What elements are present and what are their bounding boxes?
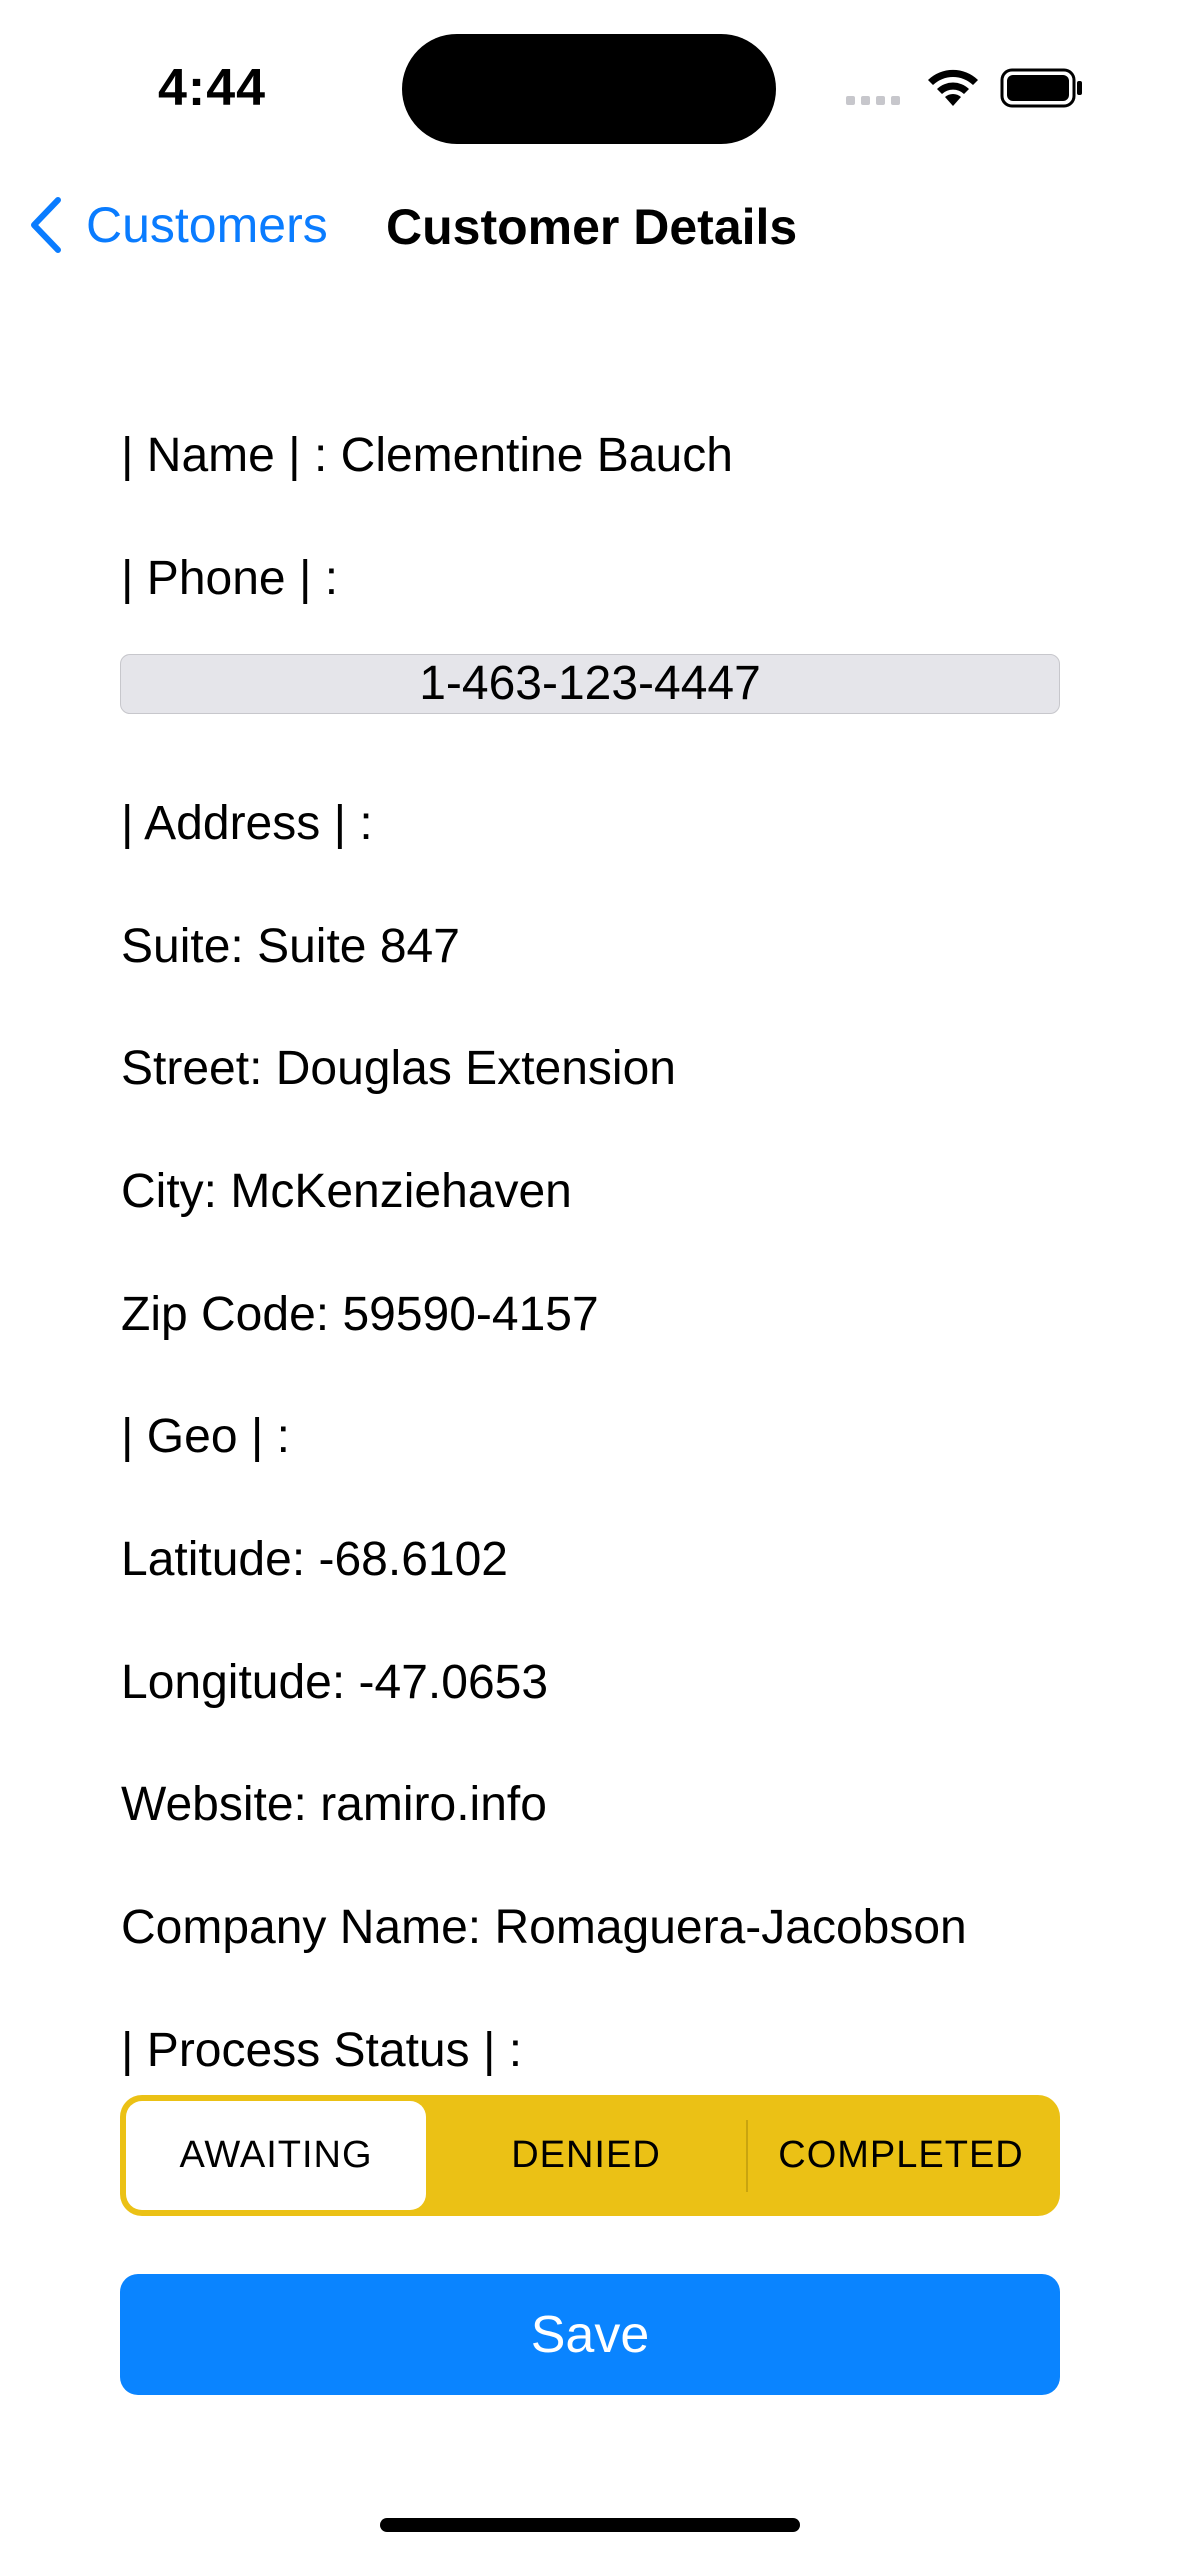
longitude-text: Longitude: -47.0653 bbox=[121, 1656, 549, 1709]
battery-icon bbox=[1000, 68, 1084, 113]
website-text: Website: ramiro.info bbox=[121, 1778, 547, 1831]
suite-text: Suite: Suite 847 bbox=[121, 920, 460, 973]
status-time: 4:44 bbox=[158, 59, 267, 117]
customer-details-screen: 4:44 Customers Customer Details | Name |… bbox=[0, 0, 1179, 2556]
phone-number-field[interactable]: 1-463-123-4447 bbox=[120, 654, 1060, 714]
save-button[interactable]: Save bbox=[120, 2274, 1060, 2395]
cellular-signal-icon bbox=[846, 96, 900, 105]
chevron-left-icon bbox=[31, 197, 61, 253]
geo-label: | Geo | : bbox=[121, 1410, 291, 1463]
back-button-label: Customers bbox=[86, 197, 328, 253]
segment-denied[interactable]: DENIED bbox=[426, 2101, 746, 2210]
customer-name: | Name | : Clementine Bauch bbox=[121, 429, 733, 482]
street-text: Street: Douglas Extension bbox=[121, 1042, 676, 1095]
phone-label: | Phone | : bbox=[121, 552, 339, 605]
back-button[interactable]: Customers bbox=[28, 196, 328, 254]
segment-awaiting[interactable]: AWAITING bbox=[126, 2101, 426, 2210]
process-status-segmented-control: AWAITING DENIED COMPLETED bbox=[120, 2095, 1060, 2216]
home-indicator[interactable] bbox=[380, 2518, 800, 2532]
wifi-icon bbox=[925, 66, 981, 113]
city-text: City: McKenziehaven bbox=[121, 1165, 572, 1218]
process-status-label: | Process Status | : bbox=[121, 2024, 523, 2077]
segment-completed[interactable]: COMPLETED bbox=[748, 2101, 1054, 2210]
zip-code-text: Zip Code: 59590-4157 bbox=[121, 1288, 599, 1341]
dynamic-island bbox=[402, 34, 776, 144]
page-title: Customer Details bbox=[386, 199, 798, 255]
company-name-text: Company Name: Romaguera-Jacobson bbox=[121, 1901, 967, 1954]
address-label: | Address | : bbox=[121, 797, 373, 850]
latitude-text: Latitude: -68.6102 bbox=[121, 1533, 508, 1586]
